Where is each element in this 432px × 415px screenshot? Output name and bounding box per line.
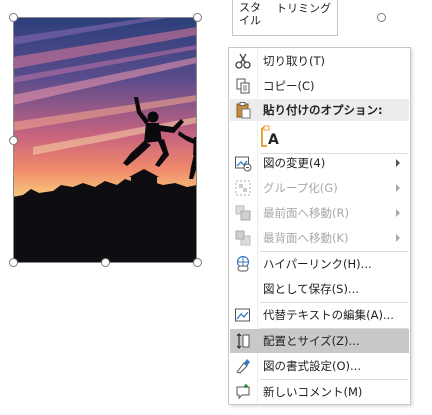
menu-item-bring-to-front: 最前面へ移動(R) [230, 201, 409, 225]
format-picture-icon [236, 359, 250, 374]
menu-item-label: コピー(C) [263, 79, 315, 93]
mini-toolbar: スタイル トリミング [232, 0, 338, 36]
scissors-icon [235, 53, 251, 69]
menu-item-new-comment[interactable]: 新しいコメント(M) [230, 380, 409, 404]
sunset-silhouette-image [13, 17, 197, 263]
resize-handle-bottom-left[interactable] [9, 258, 18, 267]
size-and-position-icon [236, 333, 250, 349]
crop-button[interactable]: トリミング [276, 2, 331, 15]
menu-item-group: グループ化(G) [230, 176, 409, 200]
copy-icon [236, 78, 250, 94]
context-menu: 切り取り(T) コピー(C) 貼り付けのオプション: A 図の変更(4) グルー… [228, 47, 411, 405]
hyperlink-icon [236, 255, 250, 272]
submenu-arrow-icon [396, 159, 400, 167]
menu-item-label: 最前面へ移動(R) [263, 206, 349, 220]
menu-item-format-picture[interactable]: 図の書式設定(O)... [230, 354, 409, 378]
clipboard-icon [236, 102, 251, 119]
resize-handle-top-left[interactable] [9, 13, 18, 22]
menu-item-change-picture[interactable]: 図の変更(4) [230, 151, 409, 175]
style-button[interactable]: スタイル [237, 1, 263, 27]
menu-item-cut[interactable]: 切り取り(T) [230, 49, 409, 73]
menu-item-label: 新しいコメント(M) [263, 385, 363, 399]
menu-item-save-as-picture[interactable]: 図として保存(S)... [230, 277, 409, 301]
bring-to-front-icon [235, 205, 251, 221]
group-icon [235, 180, 251, 196]
menu-item-hyperlink[interactable]: ハイパーリンク(H)... [230, 252, 409, 276]
submenu-arrow-icon [396, 234, 400, 242]
resize-handle-right-edge[interactable] [377, 13, 386, 22]
submenu-arrow-icon [396, 209, 400, 217]
resize-handle-bottom-middle[interactable] [101, 258, 110, 267]
menu-item-label: 最背面へ移動(K) [263, 231, 349, 245]
resize-handle-bottom-right[interactable] [193, 258, 202, 267]
paste-keep-text-only-button[interactable]: A [259, 124, 283, 150]
send-to-back-icon [235, 230, 251, 246]
menu-item-size-and-position[interactable]: 配置とサイズ(Z)... [230, 329, 409, 353]
menu-item-copy[interactable]: コピー(C) [230, 74, 409, 98]
paste-option-letter: A [268, 132, 279, 148]
menu-item-label: 配置とサイズ(Z)... [263, 334, 360, 348]
menu-item-edit-alt-text[interactable]: 代替テキストの編集(A)... [230, 303, 409, 327]
resize-handle-middle-left[interactable] [9, 136, 18, 145]
menu-item-label: グループ化(G) [263, 181, 338, 195]
alt-text-icon [235, 308, 250, 322]
resize-handle-top-right[interactable] [193, 13, 202, 22]
submenu-arrow-icon [396, 184, 400, 192]
menu-item-label: 図の書式設定(O)... [263, 359, 361, 373]
paste-options-label: 貼り付けのオプション: [263, 103, 383, 117]
new-comment-icon [236, 384, 250, 400]
menu-item-label: 代替テキストの編集(A)... [263, 308, 394, 322]
menu-item-send-to-back: 最背面へ移動(K) [230, 226, 409, 250]
menu-item-label: 切り取り(T) [263, 54, 325, 68]
change-picture-icon [235, 156, 252, 172]
menu-item-label: 図の変更(4) [263, 156, 326, 170]
menu-item-label: ハイパーリンク(H)... [263, 257, 372, 271]
paste-options-header: 貼り付けのオプション: [230, 99, 409, 121]
menu-item-label: 図として保存(S)... [263, 282, 359, 296]
selected-picture[interactable] [13, 17, 197, 263]
